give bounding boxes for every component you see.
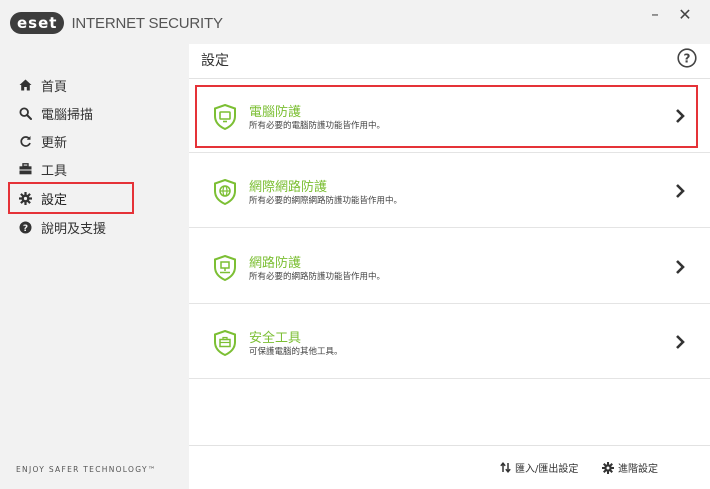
close-button[interactable]: ✕ bbox=[672, 4, 698, 24]
tagline: ENJOY SAFER TECHNOLOGY™ bbox=[16, 465, 157, 474]
logo-badge: eset bbox=[10, 12, 65, 34]
setting-card-network-protection[interactable]: 網路防護 所有必要的網路防護功能皆作用中。 bbox=[189, 230, 710, 304]
sidebar-item-label: 說明及支援 bbox=[41, 221, 107, 237]
sidebar-item-update[interactable]: 更新 bbox=[8, 127, 134, 155]
question-circle-icon[interactable]: ? bbox=[677, 48, 697, 68]
divider bbox=[189, 303, 710, 304]
card-description: 所有必要的電腦防護功能皆作用中。 bbox=[249, 121, 386, 131]
sidebar-item-label: 設定 bbox=[41, 192, 68, 208]
sidebar-item-label: 首頁 bbox=[41, 79, 68, 95]
shield-toolbox-icon bbox=[214, 330, 236, 356]
divider bbox=[189, 152, 710, 153]
divider bbox=[189, 445, 710, 446]
main-panel: 設定 ? 電腦防護 所有必要的電腦防護功能皆作用中。 網際網路防護 所有必要的網… bbox=[189, 44, 710, 489]
sidebar-item-tools[interactable]: 工具 bbox=[8, 155, 134, 183]
sidebar-item-label: 電腦掃描 bbox=[41, 107, 94, 123]
divider bbox=[189, 227, 710, 228]
chevron-right-icon bbox=[676, 109, 685, 123]
setting-card-internet-protection[interactable]: 網際網路防護 所有必要的網際網路防護功能皆作用中。 bbox=[189, 154, 710, 228]
setting-card-computer-protection[interactable]: 電腦防護 所有必要的電腦防護功能皆作用中。 bbox=[189, 79, 710, 153]
card-description: 所有必要的網路防護功能皆作用中。 bbox=[249, 272, 386, 282]
gear-icon bbox=[602, 461, 614, 474]
card-title: 網際網路防護 bbox=[249, 180, 328, 195]
import-export-settings-button[interactable]: 匯入/匯出設定 bbox=[500, 460, 578, 475]
sidebar-item-settings[interactable]: 設定 bbox=[8, 182, 134, 214]
sidebar-item-home[interactable]: 首頁 bbox=[8, 71, 134, 99]
eset-logo: eset INTERNET SECURITY bbox=[10, 12, 223, 34]
title-bar: eset INTERNET SECURITY – ✕ bbox=[0, 0, 710, 44]
card-title: 電腦防護 bbox=[249, 105, 302, 120]
shield-monitor-icon bbox=[214, 104, 236, 130]
chevron-right-icon bbox=[676, 260, 685, 274]
card-title: 安全工具 bbox=[249, 331, 302, 346]
sidebar-item-label: 工具 bbox=[41, 163, 68, 179]
home-icon bbox=[17, 77, 33, 93]
product-name: INTERNET SECURITY bbox=[71, 14, 223, 32]
sidebar-item-label: 更新 bbox=[41, 135, 68, 151]
import-export-label: 匯入/匯出設定 bbox=[515, 464, 579, 475]
question-circle-icon: ? bbox=[17, 219, 33, 235]
divider bbox=[189, 378, 710, 379]
advanced-settings-button[interactable]: 進階設定 bbox=[602, 460, 658, 475]
shield-globe-icon bbox=[214, 179, 236, 205]
sidebar-item-computer-scan[interactable]: 電腦掃描 bbox=[8, 99, 134, 127]
svg-text:?: ? bbox=[22, 224, 27, 234]
import-export-icon bbox=[500, 462, 511, 473]
setting-card-security-tools[interactable]: 安全工具 可保護電腦的其他工具。 bbox=[189, 305, 710, 379]
chevron-right-icon bbox=[676, 184, 685, 198]
svg-text:?: ? bbox=[684, 52, 691, 66]
sidebar-item-help-support[interactable]: ? 說明及支援 bbox=[8, 213, 134, 241]
chevron-right-icon bbox=[676, 335, 685, 349]
advanced-settings-label: 進階設定 bbox=[618, 464, 658, 475]
card-title: 網路防護 bbox=[249, 256, 302, 271]
gear-icon bbox=[17, 190, 33, 206]
minimize-button[interactable]: – bbox=[642, 4, 668, 24]
search-icon bbox=[17, 105, 33, 121]
card-description: 所有必要的網際網路防護功能皆作用中。 bbox=[249, 196, 403, 206]
card-description: 可保護電腦的其他工具。 bbox=[249, 347, 343, 357]
toolbox-icon bbox=[17, 161, 33, 177]
refresh-icon bbox=[17, 133, 33, 149]
page-title: 設定 bbox=[201, 53, 229, 69]
sidebar: 首頁 電腦掃描 更新 工具 設定 ? 說明及支援 ENJOY SAFER TEC… bbox=[0, 44, 189, 489]
shield-network-icon bbox=[214, 255, 236, 281]
